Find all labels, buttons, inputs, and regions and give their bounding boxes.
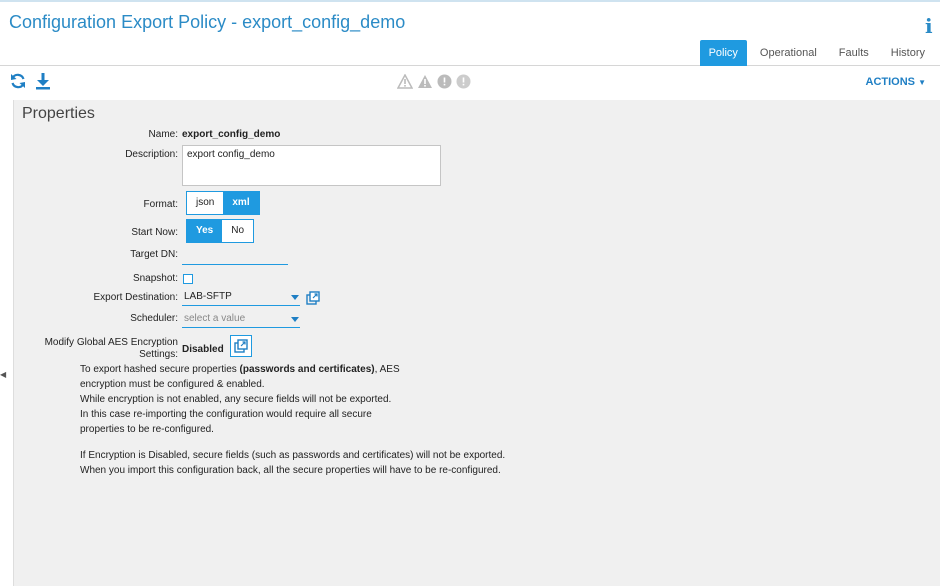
open-destination-icon[interactable] — [306, 291, 320, 305]
actions-label: ACTIONS — [865, 76, 916, 88]
aes-note-2: If Encryption is Disabled, secure fields… — [80, 448, 550, 478]
note1-line2: encryption must be configured & enabled. — [80, 379, 265, 390]
format-toggle: json xml — [186, 191, 260, 215]
scheduler-label: Scheduler: — [130, 313, 178, 324]
toolbar: ACTIONS ▼ — [0, 67, 940, 97]
name-value: export_config_demo — [182, 129, 281, 140]
scheduler-placeholder: select a value — [184, 313, 246, 324]
format-option-xml[interactable]: xml — [223, 192, 259, 214]
start-now-option-no[interactable]: No — [222, 220, 253, 242]
major-triangle-icon[interactable] — [417, 74, 433, 89]
critical-triangle-icon[interactable] — [397, 74, 413, 89]
aes-label-line2: Settings: — [139, 349, 178, 360]
note1-text-a: To export hashed secure properties — [80, 364, 240, 375]
properties-panel: Properties Name: export_config_demo Desc… — [13, 100, 940, 586]
refresh-icon[interactable] — [9, 72, 27, 90]
chevron-down-icon — [291, 295, 299, 300]
note1-line3: While encryption is not enabled, any sec… — [80, 394, 392, 405]
format-option-json[interactable]: json — [187, 192, 223, 214]
scheduler-select[interactable]: select a value — [182, 312, 300, 328]
export-destination-label: Export Destination: — [93, 292, 179, 303]
warning-circle-icon[interactable] — [456, 74, 471, 89]
tab-faults[interactable]: Faults — [830, 40, 878, 66]
header: Configuration Export Policy - export_con… — [0, 2, 940, 66]
snapshot-checkbox[interactable] — [183, 274, 193, 284]
tab-policy[interactable]: Policy — [699, 40, 747, 66]
aes-settings-button[interactable] — [230, 335, 252, 357]
aes-value: Disabled — [182, 344, 224, 355]
fault-summary — [397, 74, 471, 89]
properties-title: Properties — [22, 105, 95, 122]
start-now-toggle: Yes No — [186, 219, 255, 243]
open-settings-icon — [234, 339, 248, 353]
note1-line5: properties to be re-configured. — [80, 424, 214, 435]
minor-circle-icon[interactable] — [437, 74, 452, 89]
info-icon[interactable]: i — [925, 14, 933, 38]
aes-label: Modify Global AES Encryption Settings: — [28, 337, 178, 361]
tab-bar: Policy Operational Faults History — [696, 40, 934, 66]
chevron-down-icon — [291, 317, 299, 322]
format-label: Format: — [143, 199, 178, 210]
target-dn-label: Target DN: — [130, 249, 178, 260]
page-title: Configuration Export Policy - export_con… — [9, 12, 406, 32]
start-now-option-yes[interactable]: Yes — [187, 220, 223, 242]
collapse-handle-icon[interactable]: ◀ — [0, 370, 6, 379]
description-input[interactable] — [182, 145, 441, 186]
note1-text-bold: (passwords and certificates) — [239, 364, 375, 375]
start-now-label: Start Now: — [131, 227, 178, 238]
aes-label-line1: Modify Global AES Encryption — [44, 337, 178, 348]
description-label: Description: — [125, 149, 178, 160]
note1-line4: In this case re-importing the configurat… — [80, 409, 372, 420]
chevron-down-icon: ▼ — [918, 78, 926, 87]
snapshot-label: Snapshot: — [132, 273, 178, 284]
note2-line1: If Encryption is Disabled, secure fields… — [80, 450, 506, 461]
note1-text-b: , AES — [374, 364, 400, 375]
tab-operational[interactable]: Operational — [751, 40, 826, 66]
export-destination-value: LAB-SFTP — [184, 291, 232, 302]
name-label: Name: — [148, 129, 178, 140]
export-destination-select[interactable]: LAB-SFTP — [182, 290, 300, 306]
download-icon[interactable] — [34, 72, 52, 90]
aes-note-1: To export hashed secure properties (pass… — [80, 362, 520, 437]
actions-menu[interactable]: ACTIONS ▼ — [866, 76, 926, 88]
tab-history[interactable]: History — [882, 40, 934, 66]
target-dn-input[interactable] — [182, 251, 288, 265]
note2-line2: When you import this configuration back,… — [80, 465, 501, 476]
